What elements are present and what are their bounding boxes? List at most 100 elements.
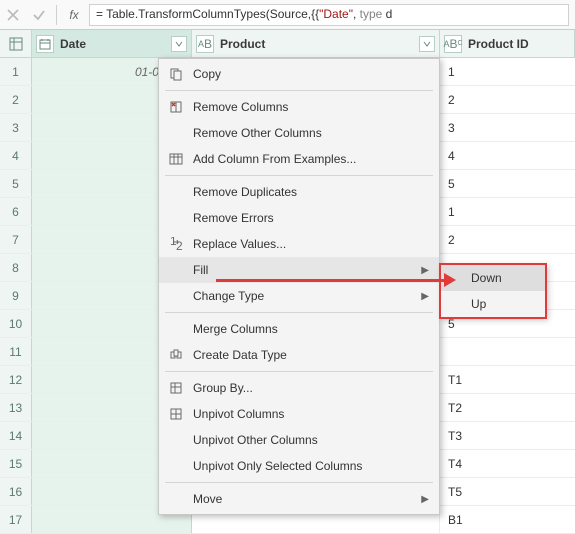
menu-label: Remove Other Columns <box>189 126 429 140</box>
menu-item-change-type[interactable]: Change Type▶ <box>159 283 439 309</box>
menu-label: Change Type <box>189 289 421 303</box>
menu-separator <box>165 371 433 372</box>
menu-label: Up <box>471 297 486 311</box>
column-filter-button[interactable] <box>171 36 187 52</box>
menu-item-replace-values[interactable]: 12Replace Values... <box>159 231 439 257</box>
table-icon[interactable] <box>0 30 32 57</box>
divider <box>56 5 57 25</box>
menu-label: Unpivot Columns <box>189 407 429 421</box>
row-number[interactable]: 15 <box>0 450 32 477</box>
row-number[interactable]: 6 <box>0 198 32 225</box>
column-header-row: Date AB Product ABC Product ID <box>0 30 575 58</box>
cell-product-id[interactable]: 2 <box>440 226 575 253</box>
row-number[interactable]: 13 <box>0 394 32 421</box>
column-label: Product ID <box>468 37 529 51</box>
replace-icon: 12 <box>163 237 189 251</box>
formula-suffix: d <box>382 7 392 21</box>
cell-product-id[interactable]: 1 <box>440 198 575 225</box>
cell-product-id[interactable]: T1 <box>440 366 575 393</box>
text-type-icon[interactable]: ABC <box>444 35 462 53</box>
fx-label[interactable]: fx <box>61 8 87 22</box>
menu-label: Copy <box>189 67 429 81</box>
menu-item-unpivot-only-selected-columns[interactable]: Unpivot Only Selected Columns <box>159 453 439 479</box>
menu-separator <box>165 175 433 176</box>
row-number[interactable]: 4 <box>0 142 32 169</box>
row-number[interactable]: 16 <box>0 478 32 505</box>
cell-product-id[interactable]: B1 <box>440 506 575 533</box>
cell-product-id[interactable]: 2 <box>440 86 575 113</box>
menu-label: Group By... <box>189 381 429 395</box>
cell-product-id[interactable]: 3 <box>440 114 575 141</box>
menu-item-add-column-from-examples[interactable]: Add Column From Examples... <box>159 146 439 172</box>
menu-item-unpivot-other-columns[interactable]: Unpivot Other Columns <box>159 427 439 453</box>
group-icon <box>163 381 189 395</box>
chevron-right-icon: ▶ <box>421 265 429 276</box>
cell-product-id[interactable] <box>440 338 575 365</box>
row-number[interactable]: 14 <box>0 422 32 449</box>
fill-up-item[interactable]: Up <box>441 291 545 317</box>
copy-icon <box>163 67 189 81</box>
column-header-product[interactable]: AB Product <box>192 30 440 57</box>
menu-item-remove-duplicates[interactable]: Remove Duplicates <box>159 179 439 205</box>
row-number[interactable]: 9 <box>0 282 32 309</box>
row-number[interactable]: 1 <box>0 58 32 85</box>
cell-product-id[interactable]: T5 <box>440 478 575 505</box>
menu-item-remove-columns[interactable]: Remove Columns <box>159 94 439 120</box>
formula-accept-button[interactable] <box>26 0 52 30</box>
formula-keyword: type <box>360 7 383 21</box>
column-label: Product <box>220 37 265 51</box>
menu-item-merge-columns[interactable]: Merge Columns <box>159 316 439 342</box>
menu-item-copy[interactable]: Copy <box>159 61 439 87</box>
formula-text: = Table.TransformColumnTypes(Source,{{ <box>96 7 319 21</box>
cell-product-id[interactable]: T4 <box>440 450 575 477</box>
formula-input[interactable]: = Table.TransformColumnTypes(Source,{{"D… <box>89 4 569 26</box>
formula-sep: , <box>353 7 360 21</box>
menu-item-remove-errors[interactable]: Remove Errors <box>159 205 439 231</box>
calendar-icon[interactable] <box>36 35 54 53</box>
column-header-product-id[interactable]: ABC Product ID <box>440 30 575 57</box>
row-number[interactable]: 8 <box>0 254 32 281</box>
menu-item-group-by[interactable]: Group By... <box>159 375 439 401</box>
column-label: Date <box>60 37 86 51</box>
menu-item-move[interactable]: Move▶ <box>159 486 439 512</box>
row-number[interactable]: 10 <box>0 310 32 337</box>
menu-label: Create Data Type <box>189 348 429 362</box>
menu-label: Unpivot Only Selected Columns <box>189 459 429 473</box>
column-header-date[interactable]: Date <box>32 30 192 57</box>
row-number[interactable]: 12 <box>0 366 32 393</box>
row-number[interactable]: 7 <box>0 226 32 253</box>
fill-down-item[interactable]: Down <box>441 265 545 291</box>
menu-separator <box>165 482 433 483</box>
menu-item-unpivot-columns[interactable]: Unpivot Columns <box>159 401 439 427</box>
menu-label: Remove Duplicates <box>189 185 429 199</box>
annotation-arrow <box>216 279 446 282</box>
row-number[interactable]: 17 <box>0 506 32 533</box>
menu-label: Add Column From Examples... <box>189 152 429 166</box>
remove-icon <box>163 100 189 114</box>
menu-label: Remove Errors <box>189 211 429 225</box>
menu-item-remove-other-columns[interactable]: Remove Other Columns <box>159 120 439 146</box>
cell-product-id[interactable]: T2 <box>440 394 575 421</box>
chevron-right-icon: ▶ <box>421 494 429 505</box>
cell-product-id[interactable]: T3 <box>440 422 575 449</box>
menu-separator <box>165 90 433 91</box>
row-number[interactable]: 2 <box>0 86 32 113</box>
formula-cancel-button[interactable] <box>0 0 26 30</box>
column-filter-button[interactable] <box>419 36 435 52</box>
formula-bar: fx = Table.TransformColumnTypes(Source,{… <box>0 0 575 30</box>
menu-label: Remove Columns <box>189 100 429 114</box>
row-number[interactable]: 3 <box>0 114 32 141</box>
menu-label: Down <box>471 271 502 285</box>
datatype-icon <box>163 348 189 362</box>
cell-product-id[interactable]: 5 <box>440 170 575 197</box>
cell-product-id[interactable]: 1 <box>440 58 575 85</box>
menu-label: Unpivot Other Columns <box>189 433 429 447</box>
row-number[interactable]: 5 <box>0 170 32 197</box>
text-type-icon[interactable]: AB <box>196 35 214 53</box>
cell-product-id[interactable]: 4 <box>440 142 575 169</box>
menu-item-create-data-type[interactable]: Create Data Type <box>159 342 439 368</box>
menu-label: Move <box>189 492 421 506</box>
row-number[interactable]: 11 <box>0 338 32 365</box>
examples-icon <box>163 152 189 166</box>
menu-label: Merge Columns <box>189 322 429 336</box>
